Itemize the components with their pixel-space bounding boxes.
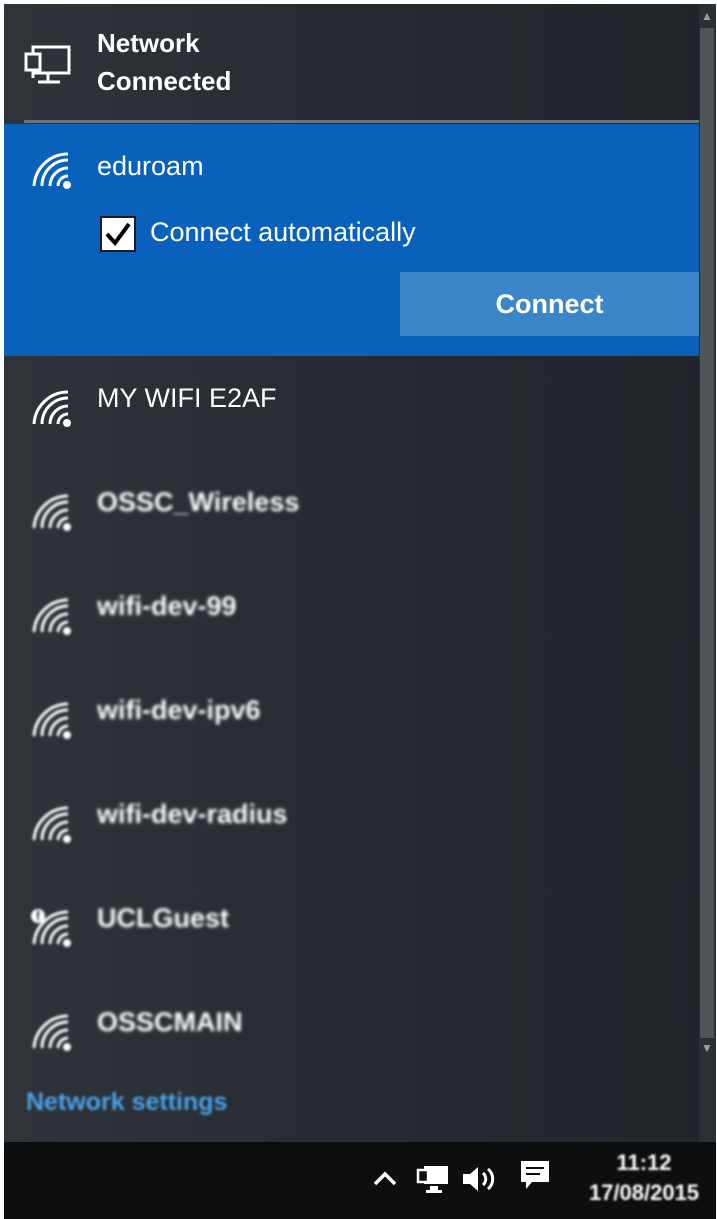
wifi-signal-icon [32, 598, 71, 635]
volume-icon[interactable] [460, 1162, 500, 1196]
connect-automatically-label[interactable]: Connect automatically [150, 212, 416, 252]
network-settings-link[interactable]: Network settings [26, 1088, 227, 1117]
selected-network-eduroam[interactable]: eduroam Connect automatically Connect [4, 124, 699, 356]
selected-network-name: eduroam [97, 151, 204, 181]
network-name: wifi-dev-99 [97, 591, 237, 621]
connect-automatically-checkbox[interactable] [100, 216, 136, 252]
wifi-signal-icon [32, 152, 71, 189]
wifi-signal-icon [32, 390, 71, 427]
network-name: wifi-dev-radius [97, 799, 288, 829]
notification-icon[interactable] [518, 1158, 552, 1192]
clock-date[interactable]: 17/08/2015 [574, 1180, 714, 1206]
chevron-up-icon[interactable] [372, 1166, 398, 1190]
network-item[interactable]: wifi-dev-99 [4, 564, 699, 668]
network-name: MY WIFI E2AF [97, 383, 277, 413]
wifi-signal-warning-icon [31, 909, 71, 947]
network-item[interactable]: OSSC_Wireless [4, 460, 699, 564]
clock-time[interactable]: 11:12 [579, 1150, 709, 1176]
connect-button[interactable]: Connect [400, 272, 699, 336]
network-name: OSSC_Wireless [97, 487, 300, 517]
ethernet-icon [24, 45, 71, 84]
network-item[interactable]: wifi-dev-ipv6 [4, 668, 699, 772]
wifi-signal-icon [32, 702, 71, 739]
scroll-up-arrow[interactable]: ▲ [700, 8, 714, 24]
network-item[interactable]: UCLGuest [4, 876, 699, 980]
scroll-down-arrow[interactable]: ▼ [700, 1040, 714, 1056]
wifi-signal-icon [32, 1014, 71, 1051]
wifi-signal-icon [32, 494, 71, 531]
network-title: Network [97, 28, 200, 58]
taskbar: 11:12 17/08/2015 [4, 1142, 716, 1219]
network-icon[interactable] [416, 1162, 450, 1196]
network-flyout: Network Connected eduroam Connect automa… [4, 4, 716, 1142]
header-divider [24, 120, 699, 123]
network-name: OSSCMAIN [97, 1007, 243, 1037]
network-header[interactable]: Network Connected [4, 4, 716, 123]
network-status: Connected [97, 66, 232, 96]
wifi-signal-icon [32, 806, 71, 843]
network-name: wifi-dev-ipv6 [97, 695, 261, 725]
network-name: UCLGuest [97, 903, 230, 933]
scrollbar-thumb[interactable] [700, 28, 714, 1038]
network-item[interactable]: OSSCMAIN [4, 980, 699, 1084]
checkmark-icon [105, 222, 131, 247]
network-item[interactable]: wifi-dev-radius [4, 772, 699, 876]
network-item[interactable]: MY WIFI E2AF [4, 356, 699, 460]
